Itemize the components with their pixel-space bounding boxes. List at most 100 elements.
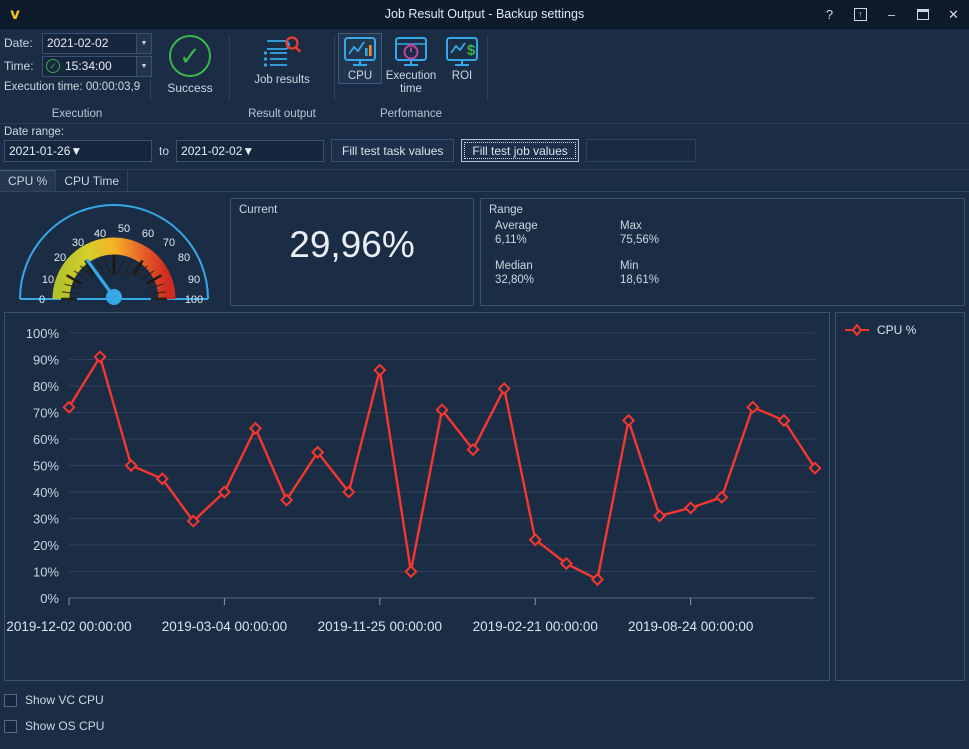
close-button[interactable]: ✕: [938, 0, 969, 29]
tab-roi[interactable]: $ ROI: [440, 33, 484, 83]
range-max: Max 75,56%: [620, 219, 956, 247]
current-panel-title: Current: [239, 204, 465, 216]
date-range-from-input[interactable]: 2021-01-26 ▼: [4, 140, 152, 162]
fill-test-task-values-button[interactable]: Fill test task values: [331, 139, 454, 162]
ribbon-group-label-success: [188, 106, 191, 123]
fill-test-job-values-button[interactable]: Fill test job values: [461, 139, 578, 162]
series-point: [250, 423, 260, 433]
range-median-label: Median: [495, 260, 533, 272]
show-os-cpu-row[interactable]: Show OS CPU: [4, 713, 969, 739]
job-results-button[interactable]: Job results: [253, 33, 311, 87]
stopwatch-icon: [394, 36, 428, 68]
job-results-icon: [263, 36, 301, 72]
success-status-icon: ✓: [169, 35, 211, 77]
tab-cpu-time[interactable]: CPU Time: [56, 170, 128, 191]
ribbon-separator: [487, 35, 488, 101]
y-axis-tick: 20%: [33, 538, 59, 553]
restore-down-button[interactable]: ↑: [845, 0, 876, 29]
y-axis-tick: 90%: [33, 353, 59, 368]
tab-cpu-percent[interactable]: CPU %: [0, 170, 56, 191]
series-line-cpu: [69, 357, 815, 580]
execution-time-text: Execution time: 00:00:03,9: [4, 81, 140, 93]
svg-text:$: $: [467, 42, 476, 59]
minimize-button[interactable]: –: [876, 0, 907, 29]
ribbon-group-label-execution: Execution: [4, 106, 150, 123]
date-range-from-value: 2021-01-26: [9, 144, 70, 158]
series-point: [717, 492, 727, 502]
empty-field[interactable]: [586, 139, 696, 162]
range-max-label: Max: [620, 220, 642, 232]
current-value: 29,96%: [239, 224, 465, 266]
time-input[interactable]: ✓ 15:34:00 ▼: [42, 56, 152, 77]
tab-execution-time[interactable]: Execution time: [382, 33, 440, 96]
ribbon-group-result-output: Job results Result output: [230, 29, 334, 123]
tab-cpu[interactable]: CPU: [338, 33, 382, 84]
gauge-tick-50: 50: [118, 223, 130, 235]
legend-item-cpu[interactable]: CPU %: [844, 323, 956, 337]
y-axis-tick: 0%: [40, 591, 59, 606]
window-controls: ? ↑ – ✕: [814, 0, 969, 29]
success-label: Success: [167, 81, 212, 95]
series-point: [654, 511, 664, 521]
show-vc-cpu-label: Show VC CPU: [25, 693, 104, 707]
to-dropdown-icon[interactable]: ▼: [242, 144, 254, 158]
date-dropdown-icon[interactable]: ▼: [136, 34, 151, 53]
footer-options: Show VC CPU Show OS CPU: [0, 681, 969, 739]
x-axis-tick: 2019-03-04 00:00:00: [162, 619, 287, 634]
series-point: [375, 365, 385, 375]
range-panel-title: Range: [489, 204, 956, 216]
y-axis-tick: 50%: [33, 459, 59, 474]
show-vc-cpu-checkbox[interactable]: [4, 694, 17, 707]
time-dropdown-icon[interactable]: ▼: [136, 57, 151, 76]
show-os-cpu-checkbox[interactable]: [4, 720, 17, 733]
date-input[interactable]: 2021-02-02 ▼: [42, 33, 152, 54]
date-value: 2021-02-02: [47, 36, 108, 50]
job-results-label: Job results: [254, 74, 310, 87]
ribbon-group-label-result-output: Result output: [230, 106, 334, 123]
chart-canvas: 0%10%20%30%40%50%60%70%80%90%100%2019-12…: [5, 313, 829, 680]
y-axis-tick: 80%: [33, 379, 59, 394]
date-range-to-input[interactable]: 2021-02-02 ▼: [176, 140, 324, 162]
range-panel: Range Average 6,11% Max 75,56% Median 32…: [480, 198, 965, 306]
time-field-row: Time: ✓ 15:34:00 ▼: [4, 56, 152, 76]
gauge-tick-60: 60: [142, 228, 154, 240]
series-point: [592, 574, 602, 584]
series-point: [623, 415, 633, 425]
gauge-tick-10: 10: [42, 274, 54, 286]
time-label: Time:: [4, 59, 42, 73]
x-axis-tick: 2019-12-02 00:00:00: [6, 619, 131, 634]
ribbon-toolbar: Date: 2021-02-02 ▼ Time: ✓ 15:34:00 ▼ Ex…: [0, 29, 969, 124]
range-average: Average 6,11%: [495, 219, 620, 247]
range-min-value: 18,61%: [620, 273, 956, 287]
restore-up-icon: ↑: [854, 8, 867, 21]
legend-label-cpu: CPU %: [877, 323, 916, 337]
date-range-bar: Date range: 2021-01-26 ▼ to 2021-02-02 ▼…: [0, 124, 969, 170]
from-dropdown-icon[interactable]: ▼: [70, 144, 82, 158]
success-check-icon: ✓: [46, 59, 60, 73]
cpu-monitor-icon: [343, 36, 377, 68]
ribbon-group-performance: CPU Execution time $: [335, 29, 487, 123]
help-button[interactable]: ?: [814, 0, 845, 29]
summary-row: 0 10 20 30 40 50 60 70 80 90 100 Current…: [0, 192, 969, 310]
current-panel: Current 29,96%: [230, 198, 474, 306]
cpu-line-chart[interactable]: 0%10%20%30%40%50%60%70%80%90%100%2019-12…: [4, 312, 830, 681]
chart-tab-bar: CPU % CPU Time: [0, 170, 969, 192]
maximize-button[interactable]: [907, 0, 938, 29]
chart-legend: CPU %: [835, 312, 965, 681]
date-field-row: Date: 2021-02-02 ▼: [4, 33, 152, 53]
x-axis-tick: 2019-11-25 00:00:00: [318, 619, 442, 634]
range-min: Min 18,61%: [620, 259, 956, 287]
roi-monitor-icon: $: [445, 36, 479, 68]
date-range-label: Date range:: [4, 126, 965, 138]
show-vc-cpu-row[interactable]: Show VC CPU: [4, 687, 969, 713]
range-average-value: 6,11%: [495, 233, 620, 247]
y-axis-tick: 40%: [33, 485, 59, 500]
gauge-icon: 0 10 20 30 40 50 60 70 80 90 100: [14, 200, 214, 305]
ribbon-group-success: ✓ Success: [151, 29, 229, 123]
gauge-tick-0: 0: [39, 294, 45, 305]
x-axis-tick: 2019-02-21 00:00:00: [473, 619, 598, 634]
date-range-to-label: to: [159, 144, 169, 158]
show-os-cpu-label: Show OS CPU: [25, 719, 104, 733]
x-axis-tick: 2019-08-24 00:00:00: [628, 619, 753, 634]
series-point: [126, 460, 136, 470]
